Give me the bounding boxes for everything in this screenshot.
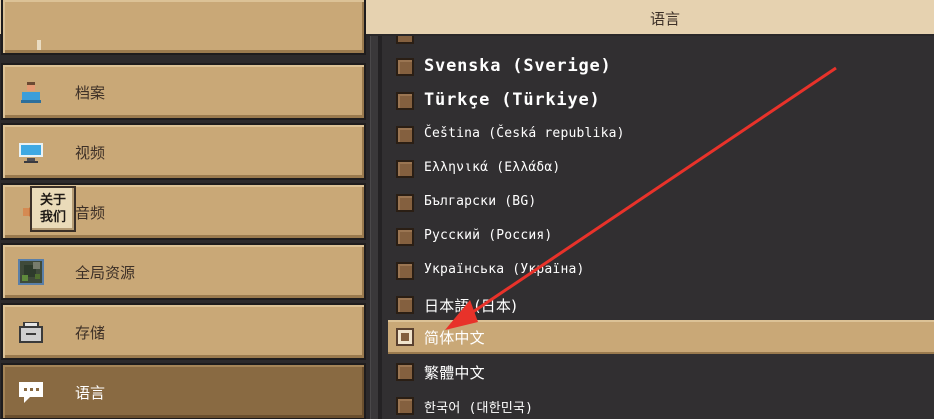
language-row-korean[interactable]: 한국어 (대한민국) [388,389,934,419]
language-label: Русский (Россия) [424,228,553,243]
language-label: Български (BG) [424,194,537,209]
sidebar-item-partial[interactable] [1,0,366,55]
sidebar-item-label: 档案 [75,84,106,102]
language-checkbox[interactable] [396,160,414,178]
resource-pack-icon [18,259,44,285]
language-checkbox[interactable] [396,126,414,144]
language-checkbox[interactable] [396,58,414,76]
language-row-russian[interactable]: Русский (Россия) [388,220,934,254]
sidebar-item-label: 音频 [75,204,106,222]
language-checkbox-selected[interactable] [396,328,414,346]
language-row-simplified-chinese[interactable]: 简体中文 [388,320,934,354]
sidebar-item-label: 全局资源 [75,264,136,282]
language-checkbox[interactable] [396,397,414,415]
language-label: Ελληνικά (Ελλάδα) [424,160,561,175]
about-us-label: 关于 我们 [39,193,66,225]
language-label: 日本語 (日本) [424,297,518,315]
storage-icon [19,322,43,343]
language-checkbox[interactable] [396,194,414,212]
language-row-ukrainian[interactable]: Українська (Україна) [388,254,934,288]
language-checkbox[interactable] [396,363,414,381]
language-label: 繁體中文 [424,364,485,382]
monitor-icon [19,143,43,163]
language-label: 简体中文 [424,329,485,347]
language-row-japanese[interactable]: 日本語 (日本) [388,288,934,322]
sidebar-scrollbar-thumb[interactable] [370,36,378,419]
profile-icon [21,82,41,103]
sidebar-item-language[interactable]: 语言 [1,363,366,419]
sidebar-item-video[interactable]: 视频 [1,123,366,180]
language-list: Svenska (Sverige) Türkçe (Türkiye) Češti… [382,36,934,419]
sidebar-scrollbar[interactable] [370,36,378,419]
language-checkbox[interactable] [396,296,414,314]
language-row-greek[interactable]: Ελληνικά (Ελλάδα) [388,152,934,186]
language-row-traditional-chinese[interactable]: 繁體中文 [388,355,934,389]
sidebar-item-storage[interactable]: 存储 [1,303,366,360]
language-row-svenska[interactable]: Svenska (Sverige) [388,50,934,84]
partial-icon [37,40,41,50]
page-title: 语言 [649,10,680,28]
about-us-button[interactable]: 关于 我们 [30,186,76,232]
language-label: Svenska (Sverige) [424,56,612,76]
language-label: Українська (Україна) [424,262,585,277]
sidebar-item-global-resources[interactable]: 全局资源 [1,243,366,300]
language-checkbox[interactable] [396,228,414,246]
language-row-cestina[interactable]: Čeština (Česká republika) [388,118,934,152]
language-label: Čeština (Česká republika) [424,126,625,141]
language-label: Türkçe (Türkiye) [424,90,601,110]
checkbox-partial[interactable] [396,36,414,44]
chat-bubble-icon [19,382,43,403]
language-checkbox[interactable] [396,92,414,110]
sidebar-item-label: 语言 [75,384,106,402]
language-checkbox[interactable] [396,262,414,280]
sidebar-item-label: 视频 [75,144,106,162]
language-row-turkce[interactable]: Türkçe (Türkiye) [388,84,934,118]
language-row-bulgarian[interactable]: Български (BG) [388,186,934,220]
sidebar-item-label: 存储 [75,324,106,342]
language-label: 한국어 (대한민국) [424,401,534,416]
sidebar-item-profile[interactable]: 档案 [1,63,366,120]
